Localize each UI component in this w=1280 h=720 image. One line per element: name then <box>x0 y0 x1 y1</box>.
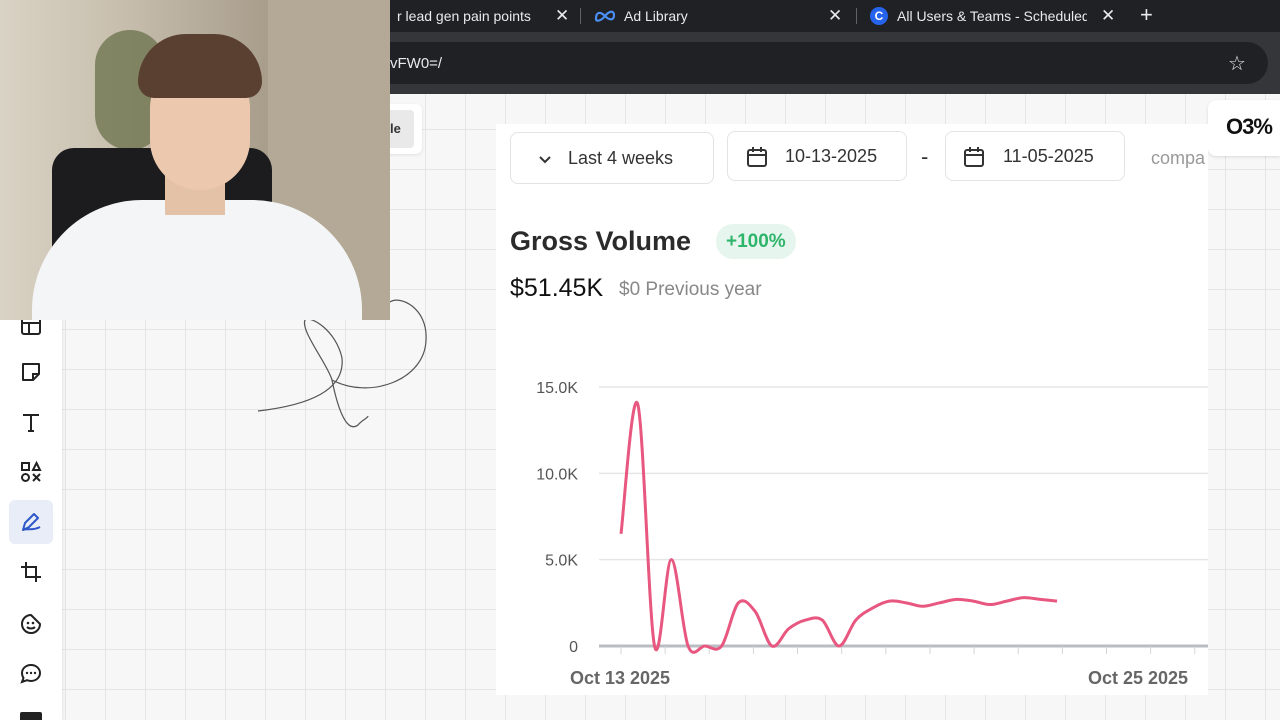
metric-previous: $0 Previous year <box>619 279 762 300</box>
url-text: vFW0=/ <box>390 55 443 72</box>
metric-value: $51.45K <box>510 274 604 302</box>
chevron-down-icon <box>539 156 551 164</box>
new-tab-icon[interactable]: + <box>1140 2 1160 30</box>
close-icon[interactable]: ✕ <box>1101 6 1115 26</box>
tool-stickers[interactable] <box>9 602 53 646</box>
tab-lead-gen[interactable]: r lead gen pain points ✕ <box>380 2 580 30</box>
close-icon[interactable]: ✕ <box>555 6 569 26</box>
webcam-person-body <box>32 200 362 320</box>
date-preset-dropdown[interactable]: Last 4 weeks <box>510 132 714 184</box>
webcam-overlay <box>0 0 390 320</box>
tool-text[interactable] <box>9 400 53 444</box>
tab-title: r lead gen pain points <box>397 8 531 24</box>
metric-title: Gross Volume <box>510 226 692 256</box>
tab-ad-library[interactable]: Ad Library ✕ <box>594 2 854 30</box>
y-tick-label: 15.0K <box>536 380 578 397</box>
y-tick-label: 10.0K <box>536 466 578 483</box>
date-range-separator: - <box>921 144 929 169</box>
compare-dropdown[interactable]: compa <box>1151 148 1205 169</box>
more-tools-icon[interactable] <box>20 712 42 720</box>
tab-all-users[interactable]: C All Users & Teams - Scheduled ✕ <box>870 2 1120 30</box>
text-icon <box>23 414 39 432</box>
left-toolbar <box>0 300 62 720</box>
sticker-icon <box>21 614 41 634</box>
meta-icon <box>594 10 616 22</box>
shapes-icon <box>21 460 42 482</box>
sticky-note-icon <box>22 363 40 381</box>
toolbar-button-partial[interactable]: le <box>388 104 422 154</box>
logo-button[interactable]: O3% <box>1208 100 1280 156</box>
x-tick-label: Oct 25 2025 <box>1088 668 1188 688</box>
tool-comment[interactable] <box>9 652 53 696</box>
tab-divider <box>856 8 857 24</box>
calendar-icon <box>964 147 984 167</box>
bookmark-star-icon[interactable]: ☆ <box>1228 51 1246 76</box>
close-icon[interactable]: ✕ <box>828 6 842 26</box>
partial-button-label: le <box>388 110 414 148</box>
tool-frame[interactable] <box>9 550 53 594</box>
gross-volume-series-line <box>619 400 1058 654</box>
tool-shapes[interactable] <box>9 450 53 494</box>
pen-icon <box>22 513 41 531</box>
y-tick-label: 0 <box>569 639 578 656</box>
tab-title: All Users & Teams - Scheduled <box>897 8 1087 24</box>
tool-sticky-note[interactable] <box>9 350 53 394</box>
start-date-value: 10-13-2025 <box>785 145 878 166</box>
date-preset-label: Last 4 weeks <box>568 147 674 168</box>
dashboard-card: Last 4 weeks 10-13-2025 - 11-05-2025 com… <box>496 124 1208 695</box>
end-date-value: 11-05-2025 <box>1003 145 1094 166</box>
crop-icon <box>21 562 41 582</box>
end-date-input[interactable]: 11-05-2025 <box>945 131 1125 181</box>
logo-text: O3% <box>1226 114 1273 139</box>
favicon-icon: C <box>870 7 888 25</box>
change-badge: +100% <box>716 224 796 259</box>
tab-divider <box>580 8 581 24</box>
x-tick-label: Oct 13 2025 <box>570 668 670 688</box>
webcam-person-hair <box>138 34 262 98</box>
calendar-icon <box>747 147 767 167</box>
gross-volume-chart: 0 5.0K 10.0K 15.0K Oct 13 2025 Oct 25 2025 <box>536 380 1208 688</box>
comment-icon <box>20 663 42 684</box>
tab-title: Ad Library <box>624 8 688 24</box>
start-date-input[interactable]: 10-13-2025 <box>727 131 907 181</box>
y-tick-label: 5.0K <box>545 553 578 570</box>
tool-pen[interactable] <box>9 500 53 544</box>
